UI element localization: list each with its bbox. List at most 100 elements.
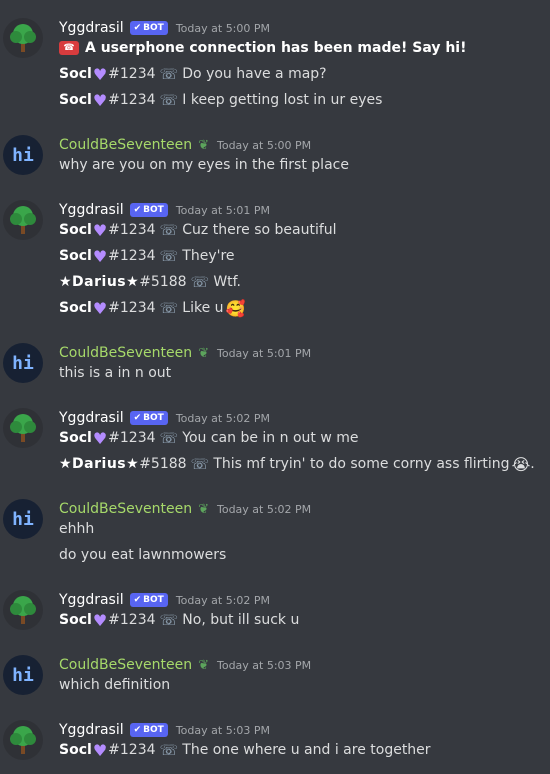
message-text: Cuz there so beautiful (182, 222, 337, 238)
verified-check-icon: ✔ (133, 725, 142, 735)
message-line: Socl ♥ #1234 ☏ No, but ill suck u (59, 609, 299, 631)
verified-check-icon: ✔ (133, 23, 142, 33)
author-name[interactable]: Yggdrasil (59, 410, 124, 426)
phone-icon: ☏ (190, 455, 210, 473)
sprout-icon: ❦ (198, 345, 209, 361)
message-line: Socl ♥ #1234 ☏ The one where u and i are tog… (59, 739, 431, 761)
message-text: Do you have a map? (182, 66, 327, 82)
relay-discriminator: #1234 (108, 612, 156, 628)
relay-sender: Socl (59, 430, 92, 446)
purple-heart-icon: ♥ (92, 610, 108, 630)
tree-avatar[interactable] (3, 720, 43, 760)
purple-heart-icon: ♥ (92, 298, 108, 318)
verified-check-icon: ✔ (133, 595, 142, 605)
author-name[interactable]: CouldBeSeventeen (59, 345, 192, 361)
purple-heart-icon: ♥ (92, 220, 108, 240)
message-text: Like u (182, 300, 224, 316)
message-line: which definition (59, 674, 170, 696)
userphone-icon: ☎ (59, 41, 79, 55)
message-line: Socl ♥ #1234 ☏ You can be in n out w me (59, 427, 358, 449)
author-name[interactable]: Yggdrasil (59, 202, 124, 218)
tree-avatar[interactable] (3, 408, 43, 448)
timestamp: Today at 5:03 PM (175, 723, 271, 737)
message-text: They're (182, 248, 235, 264)
message-text: The one where u and i are together (182, 742, 431, 758)
relay-discriminator: #1234 (108, 300, 156, 316)
message-header: Yggdrasil ✔ BOT Today at 5:01 PM (59, 200, 270, 220)
author-name[interactable]: Yggdrasil (59, 722, 124, 738)
timestamp: Today at 5:01 PM (175, 203, 271, 217)
verified-check-icon: ✔ (133, 413, 142, 423)
message-header: Yggdrasil ✔ BOT Today at 5:00 PM (59, 18, 270, 38)
purple-heart-icon: ♥ (92, 428, 108, 448)
hi-avatar[interactable]: hi (3, 343, 43, 383)
sprout-icon: ❦ (198, 501, 209, 517)
message-line: Socl ♥ #1234 ☏ Like u 🥰 (59, 297, 245, 319)
verified-check-icon: ✔ (133, 205, 142, 215)
relay-discriminator: #1234 (108, 66, 156, 82)
phone-icon: ☏ (159, 611, 179, 629)
author-name[interactable]: CouldBeSeventeen (59, 657, 192, 673)
message-line: Socl ♥ #1234 ☏ They're (59, 245, 235, 267)
relay-discriminator: #5188 (139, 456, 187, 472)
hi-avatar[interactable]: hi (3, 655, 43, 695)
relay-sender: ★Darius★ (59, 274, 140, 290)
phone-icon: ☏ (159, 221, 179, 239)
phone-icon: ☏ (159, 741, 179, 759)
hi-avatar[interactable]: hi (3, 135, 43, 175)
relay-sender: Socl (59, 742, 92, 758)
relay-discriminator: #1234 (108, 430, 156, 446)
message-text: I keep getting lost in ur eyes (182, 92, 383, 108)
relay-sender: Socl (59, 248, 92, 264)
bot-tag: ✔ BOT (129, 593, 168, 607)
message-line: do you eat lawnmowers (59, 544, 226, 566)
phone-icon: ☏ (159, 91, 179, 109)
message-header: CouldBeSeventeen ❦ Today at 5:01 PM (59, 343, 311, 363)
timestamp: Today at 5:00 PM (175, 21, 271, 35)
timestamp: Today at 5:03 PM (216, 658, 312, 672)
tree-avatar[interactable] (3, 200, 43, 240)
relay-discriminator: #1234 (108, 742, 156, 758)
timestamp: Today at 5:02 PM (175, 411, 271, 425)
author-name[interactable]: CouldBeSeventeen (59, 137, 192, 153)
timestamp: Today at 5:00 PM (216, 138, 312, 152)
bot-tag: ✔ BOT (129, 21, 168, 35)
crying-emoji: 😭 (511, 454, 531, 474)
smiling-hearts-emoji: 🥰 (225, 298, 246, 318)
bot-tag: ✔ BOT (129, 203, 168, 217)
phone-icon: ☏ (159, 429, 179, 447)
relay-sender: ★Darius★ (59, 456, 140, 472)
author-name[interactable]: CouldBeSeventeen (59, 501, 192, 517)
relay-discriminator: #1234 (108, 222, 156, 238)
relay-discriminator: #5188 (139, 274, 187, 290)
bot-tag: ✔ BOT (129, 723, 168, 737)
relay-discriminator: #1234 (108, 92, 156, 108)
author-name[interactable]: Yggdrasil (59, 20, 124, 36)
message-line: Socl ♥ #1234 ☏ I keep getting lost in ur eye… (59, 89, 382, 111)
relay-sender: Socl (59, 92, 92, 108)
message-header: CouldBeSeventeen ❦ Today at 5:02 PM (59, 499, 311, 519)
message-header: Yggdrasil ✔ BOT Today at 5:03 PM (59, 720, 270, 740)
phone-icon: ☏ (190, 273, 210, 291)
purple-heart-icon: ♥ (92, 740, 108, 760)
phone-icon: ☏ (159, 247, 179, 265)
timestamp: Today at 5:01 PM (216, 346, 312, 360)
message-text: Wtf. (213, 274, 242, 290)
relay-discriminator: #1234 (108, 248, 156, 264)
author-name[interactable]: Yggdrasil (59, 592, 124, 608)
sprout-icon: ❦ (198, 137, 209, 153)
message-line: why are you on my eyes in the first plac… (59, 154, 349, 176)
hi-avatar[interactable]: hi (3, 499, 43, 539)
bot-tag: ✔ BOT (129, 411, 168, 425)
message-text: this is a in n out (59, 365, 172, 381)
timestamp: Today at 5:02 PM (175, 593, 271, 607)
purple-heart-icon: ♥ (92, 246, 108, 266)
message-header: CouldBeSeventeen ❦ Today at 5:00 PM (59, 135, 311, 155)
system-message: A userphone connection has been made! Sa… (85, 40, 467, 56)
tree-avatar[interactable] (3, 18, 43, 58)
message-line: ★Darius★ #5188 ☏ Wtf. (59, 271, 241, 293)
purple-heart-icon: ♥ (92, 90, 108, 110)
message-suffix: . (530, 456, 535, 472)
message-line: ☎ A userphone connection has been made! … (59, 37, 466, 59)
tree-avatar[interactable] (3, 590, 43, 630)
